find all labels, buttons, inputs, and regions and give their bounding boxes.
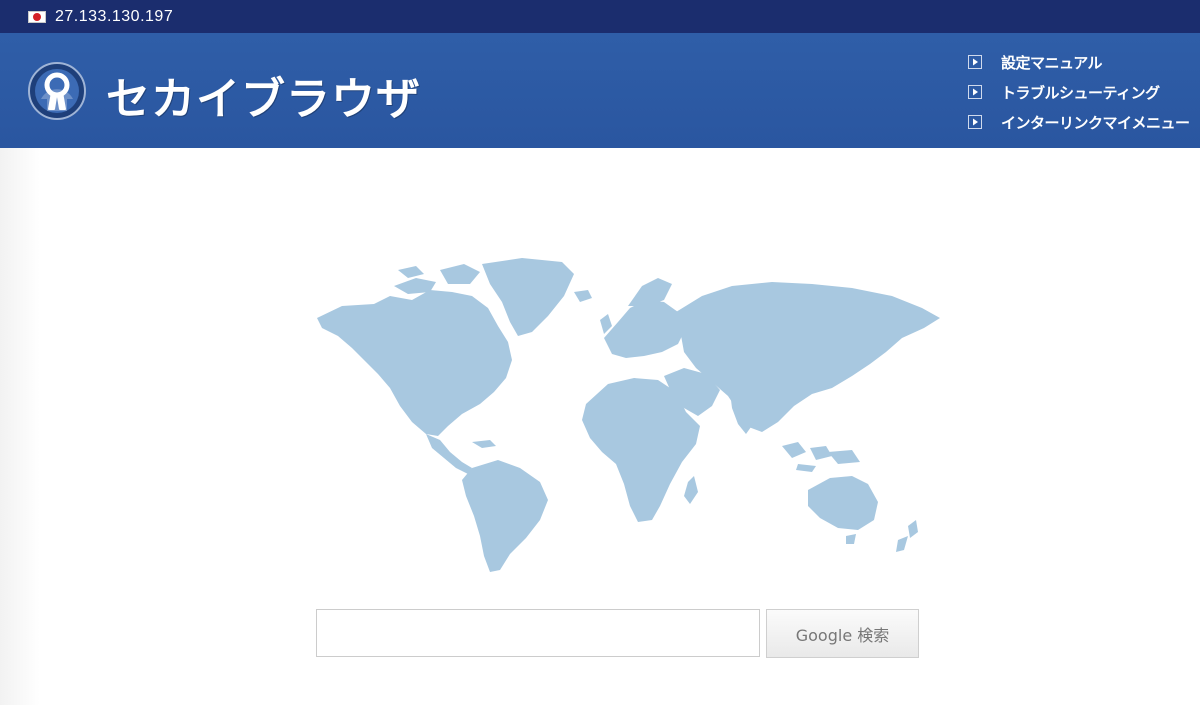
japan-flag-icon bbox=[28, 10, 46, 23]
site-header: セカイブラウザ 設定マニュアル トラブルシューティング インターリンクマイメニュ… bbox=[0, 33, 1200, 148]
ip-address: 27.133.130.197 bbox=[55, 7, 174, 25]
nav-item-label: 設定マニュアル bbox=[1001, 53, 1103, 72]
site-logo-text[interactable]: セカイブラウザ bbox=[106, 63, 421, 127]
header-nav: 設定マニュアル トラブルシューティング インターリンクマイメニュー bbox=[968, 47, 1190, 137]
nav-item-setup-manual[interactable]: 設定マニュアル bbox=[968, 47, 1190, 77]
nav-item-troubleshooting[interactable]: トラブルシューティング bbox=[968, 77, 1190, 107]
nav-item-label: トラブルシューティング bbox=[1001, 83, 1160, 102]
top-bar: 27.133.130.197 bbox=[0, 0, 1200, 33]
search-input[interactable] bbox=[316, 609, 760, 657]
world-map-icon bbox=[317, 258, 940, 572]
main-content: Google 検索 bbox=[0, 148, 1200, 705]
play-arrow-icon bbox=[968, 115, 982, 129]
play-arrow-icon bbox=[968, 55, 982, 69]
play-arrow-icon bbox=[968, 85, 982, 99]
nav-item-label: インターリンクマイメニュー bbox=[1001, 113, 1190, 132]
google-search-button[interactable]: Google 検索 bbox=[766, 609, 919, 658]
nav-item-interlink-mymenu[interactable]: インターリンクマイメニュー bbox=[968, 107, 1190, 137]
keyhole-logo-icon[interactable] bbox=[27, 61, 87, 121]
